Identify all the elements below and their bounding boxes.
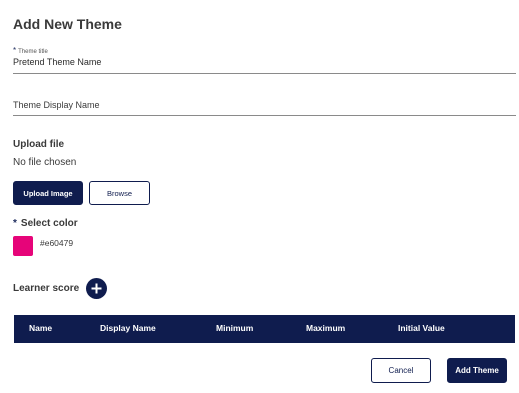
learner-score-table-header: Name Display Name Minimum Maximum Initia… (14, 315, 515, 343)
theme-display-name-placeholder: Theme Display Name (13, 100, 100, 110)
learner-score-label: Learner score (13, 283, 80, 294)
theme-display-name-field[interactable]: Theme Display Name (13, 94, 516, 116)
file-status: No file chosen (13, 157, 77, 168)
column-header-maximum: Maximum (306, 323, 346, 333)
column-header-display-name: Display Name (100, 323, 156, 333)
theme-title-label: * Theme title (13, 46, 48, 56)
theme-title-value: Pretend Theme Name (13, 57, 102, 67)
cancel-button[interactable]: Cancel (371, 358, 431, 383)
page-title: Add New Theme (13, 16, 122, 32)
color-hex-value: #e60479 (40, 238, 74, 248)
upload-image-button[interactable]: Upload Image (13, 181, 83, 205)
required-mark: * (13, 218, 17, 229)
required-mark: * (13, 46, 17, 55)
add-theme-button[interactable]: Add Theme (447, 358, 507, 383)
browse-button[interactable]: Browse (89, 181, 150, 205)
add-learner-score-button[interactable] (86, 278, 107, 299)
upload-file-label: Upload file (13, 139, 65, 150)
column-header-minimum: Minimum (216, 323, 254, 333)
add-theme-form: Add New Theme * Theme title Pretend Theme… (0, 0, 519, 393)
color-swatch[interactable] (13, 236, 33, 256)
select-color-label: * Select color (13, 218, 78, 229)
column-header-initial-value: Initial Value (398, 323, 445, 333)
plus-icon (91, 283, 102, 294)
column-header-name: Name (29, 323, 53, 333)
theme-title-field[interactable]: * Theme title Pretend Theme Name (13, 47, 516, 74)
